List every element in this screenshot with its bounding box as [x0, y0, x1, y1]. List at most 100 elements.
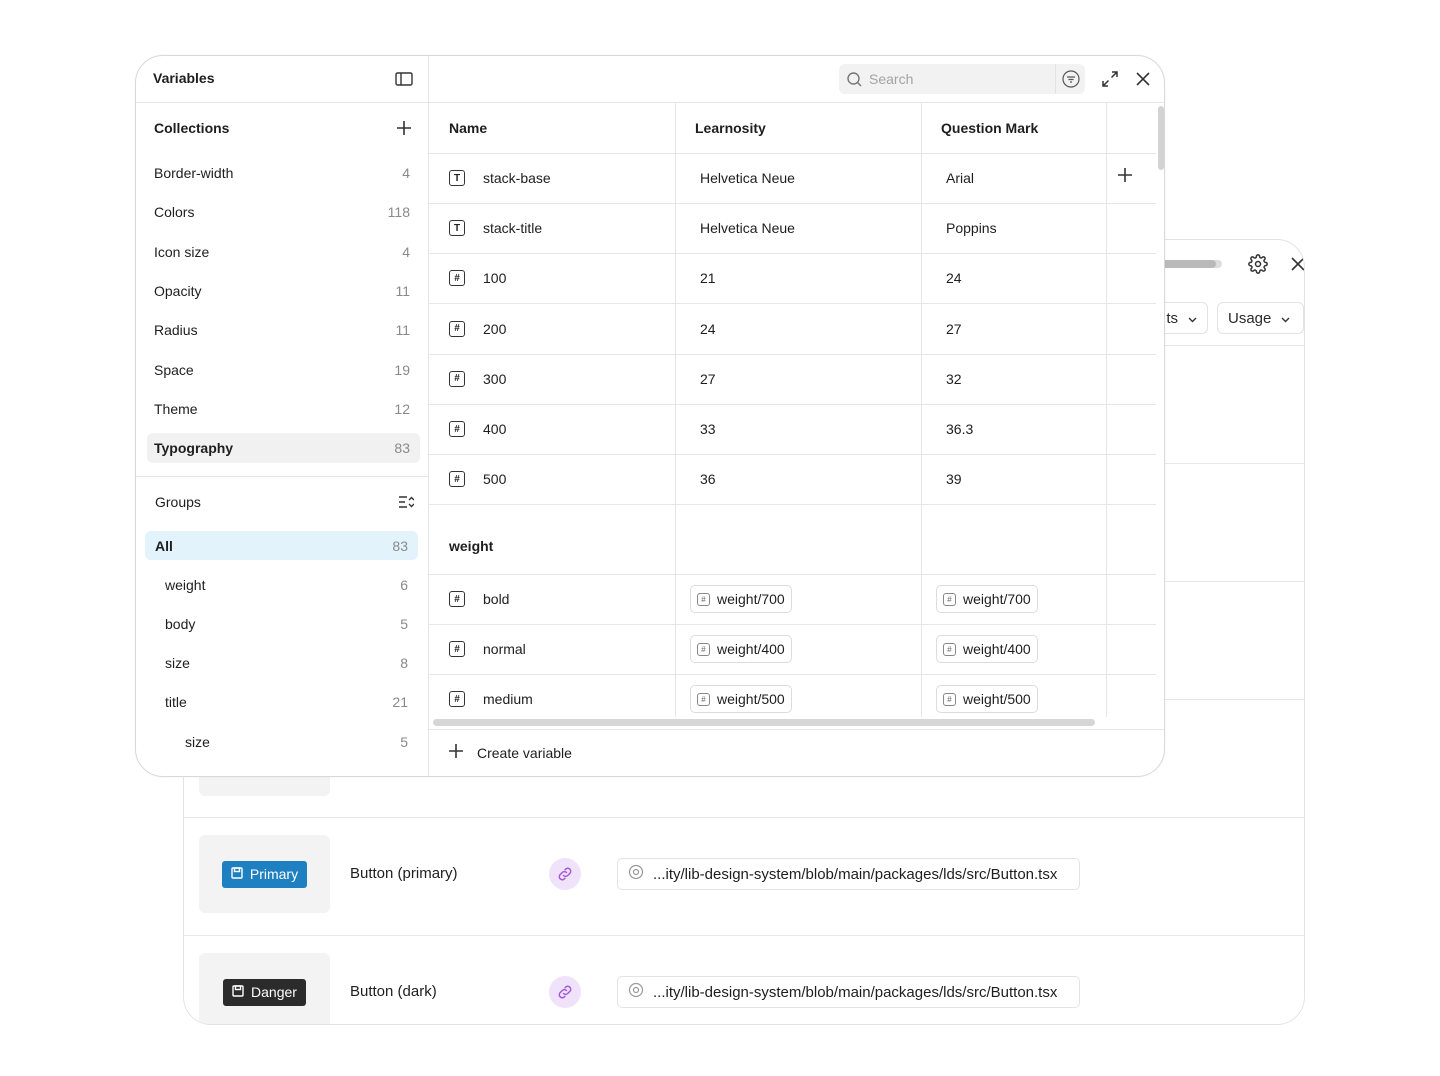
search-input[interactable]: [869, 71, 1049, 87]
collection-item[interactable]: Theme 12: [147, 394, 420, 424]
variable-value[interactable]: Helvetica Neue: [700, 203, 795, 253]
column-header-learnosity[interactable]: Learnosity: [695, 103, 766, 153]
variable-value[interactable]: 39: [946, 454, 962, 504]
variable-value[interactable]: 24: [700, 304, 716, 354]
collection-item[interactable]: Typography 83: [147, 433, 420, 464]
variable-value[interactable]: Poppins: [946, 203, 997, 253]
alias-chip[interactable]: # weight/400: [690, 635, 792, 664]
component-name: Button (dark): [350, 983, 437, 1000]
group-item[interactable]: size 8: [145, 649, 418, 678]
alias-chip[interactable]: # weight/400: [936, 635, 1038, 664]
variable-value[interactable]: 27: [700, 354, 716, 404]
filter-dropdown-label: ts: [1166, 309, 1178, 327]
component-name: Button (primary): [350, 865, 458, 882]
number-type-icon: #: [449, 421, 465, 437]
component-preview: Primary: [199, 835, 330, 913]
divider: [429, 674, 1156, 676]
collection-name: Theme: [154, 400, 198, 417]
save-icon: [231, 866, 243, 882]
panel-title: Variables: [153, 70, 215, 86]
source-path: ...ity/lib-design-system/blob/main/packa…: [653, 983, 1058, 1001]
close-icon[interactable]: [1133, 69, 1153, 89]
settings-gear-icon[interactable]: [1246, 252, 1270, 276]
collection-count: 83: [394, 440, 410, 457]
collection-item[interactable]: Colors 118: [147, 197, 420, 227]
group-item[interactable]: weight 5: [145, 766, 418, 776]
collection-count: 12: [394, 400, 410, 417]
group-item[interactable]: weight 6: [145, 570, 418, 599]
group-heading: weight: [449, 538, 494, 554]
variable-value[interactable]: 21: [700, 253, 716, 303]
github-icon: [628, 864, 644, 884]
vertical-scrollbar[interactable]: [1158, 106, 1164, 170]
variables-sidebar: Variables Collections Border-width 4 Color…: [136, 56, 429, 776]
chevron-down-icon: [1188, 310, 1197, 327]
group-item[interactable]: title 21: [145, 688, 418, 717]
variable-value[interactable]: 36: [700, 454, 716, 504]
group-count: 5: [400, 733, 408, 750]
source-path-field[interactable]: ...ity/lib-design-system/blob/main/packa…: [617, 976, 1080, 1008]
group-item[interactable]: All 83: [145, 531, 418, 560]
variable-value[interactable]: Helvetica Neue: [700, 153, 795, 203]
add-collection-plus-icon[interactable]: [395, 119, 413, 137]
add-mode-plus-icon[interactable]: [1116, 166, 1134, 184]
alias-value: weight/400: [963, 641, 1031, 658]
variable-value[interactable]: 32: [946, 354, 962, 404]
demo-primary-button[interactable]: Primary: [221, 860, 308, 888]
number-type-icon: #: [449, 691, 465, 708]
group-count: 83: [392, 537, 408, 554]
create-variable-button[interactable]: Create variable: [449, 744, 572, 761]
source-path-field[interactable]: ...ity/lib-design-system/blob/main/packa…: [617, 858, 1080, 890]
divider: [429, 624, 1156, 625]
collection-item[interactable]: Radius 11: [147, 315, 420, 345]
number-type-icon: #: [449, 270, 465, 287]
filter-icon[interactable]: [1055, 64, 1085, 94]
group-item[interactable]: size 5: [145, 727, 418, 756]
group-count: 21: [392, 694, 408, 711]
component-row[interactable]: Primary Button (primary) ...ity/lib-desi…: [184, 817, 1304, 935]
usage-dropdown-label: Usage: [1228, 309, 1272, 327]
link-icon[interactable]: [549, 976, 581, 1008]
group-item[interactable]: body 5: [145, 609, 418, 638]
collection-name: Colors: [154, 204, 195, 221]
collection-count: 4: [402, 165, 410, 181]
save-icon: [232, 984, 244, 1000]
alias-chip[interactable]: # weight/700: [690, 585, 792, 613]
close-icon[interactable]: [1288, 254, 1304, 274]
plus-icon: [449, 744, 463, 761]
collection-count: 4: [402, 243, 410, 260]
collection-item[interactable]: Border-width 4: [147, 158, 420, 188]
number-type-icon: #: [449, 320, 465, 337]
column-header-name[interactable]: Name: [449, 103, 487, 153]
divider: [429, 253, 1156, 255]
variable-name: bold: [483, 591, 510, 607]
expand-icon[interactable]: [1100, 69, 1120, 89]
horizontal-scrollbar[interactable]: [433, 719, 1095, 726]
variable-value[interactable]: 36.3: [946, 404, 973, 454]
demo-dark-button[interactable]: Danger: [223, 978, 306, 1006]
collection-name: Typography: [154, 440, 234, 457]
variable-name: normal: [483, 641, 526, 658]
variable-value[interactable]: Arial: [946, 153, 974, 203]
sidebar-toggle-icon[interactable]: [394, 70, 414, 88]
collapse-all-icon[interactable]: [397, 493, 415, 511]
collection-item[interactable]: Opacity 11: [147, 276, 420, 306]
alias-chip[interactable]: # weight/700: [936, 585, 1038, 613]
variable-value[interactable]: 27: [946, 304, 962, 354]
variable-value[interactable]: 33: [700, 404, 716, 454]
variable-value[interactable]: 24: [946, 253, 962, 303]
collection-count: 118: [387, 204, 410, 221]
column-header-question-mark[interactable]: Question Mark: [941, 103, 1038, 153]
usage-dropdown[interactable]: Usage: [1217, 302, 1304, 334]
chevron-down-icon: [1281, 310, 1290, 327]
link-icon[interactable]: [549, 858, 581, 890]
search-box[interactable]: [839, 64, 1085, 94]
alias-chip[interactable]: # weight/500: [936, 685, 1038, 714]
collection-item[interactable]: Icon size 4: [147, 237, 420, 267]
number-type-icon: #: [697, 592, 710, 606]
alias-chip[interactable]: # weight/500: [690, 685, 792, 714]
component-row[interactable]: Danger Button (dark) ...ity/lib-design-s…: [184, 935, 1304, 1024]
number-type-icon: #: [943, 642, 956, 656]
collection-item[interactable]: Space 19: [147, 355, 420, 385]
variable-name: 400: [483, 421, 507, 437]
